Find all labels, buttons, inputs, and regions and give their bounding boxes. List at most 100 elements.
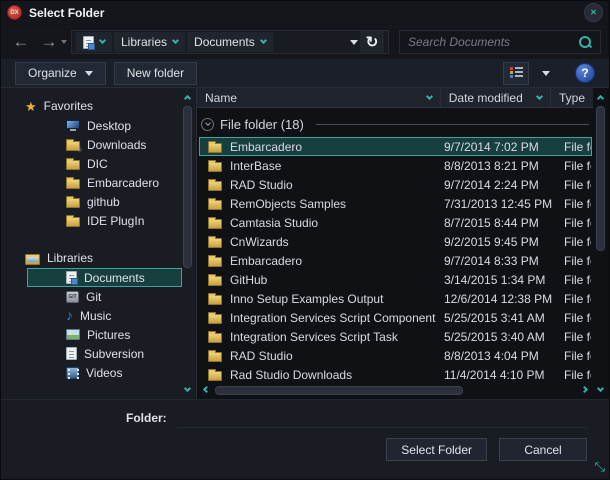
breadcrumb-documents[interactable]: Documents (187, 32, 273, 52)
file-type: File folder (564, 273, 591, 287)
column-header-type[interactable]: Type (551, 88, 593, 107)
chevron-down-icon (426, 92, 433, 99)
file-rows: Embarcadero 9/7/2014 7:02 PM File folder… (199, 137, 592, 384)
group-label: Favorites (44, 99, 93, 113)
file-date: 5/25/2015 3:41 AM (444, 311, 556, 325)
file-name: InterBase (230, 159, 436, 173)
folder-icon (208, 257, 222, 267)
column-label: Date modified (449, 91, 523, 105)
cancel-button[interactable]: Cancel (499, 438, 587, 461)
scroll-down-icon[interactable] (181, 383, 194, 397)
folder-icon (66, 198, 80, 208)
file-name: RAD Studio (230, 349, 436, 363)
sidebar-item-videos[interactable]: Videos (27, 363, 182, 382)
star-icon: ★ (25, 100, 37, 113)
sidebar-group-favorites[interactable]: ★ Favorites (1, 96, 196, 116)
scroll-left-icon[interactable] (199, 390, 213, 392)
git-icon: GIT (66, 291, 79, 303)
file-row[interactable]: Embarcadero 9/7/2014 7:02 PM File folder (199, 137, 592, 156)
file-row[interactable]: InterBase 8/8/2013 8:21 PM File folder (199, 156, 592, 175)
file-type: File folder (564, 292, 591, 306)
scroll-down-icon[interactable] (594, 383, 607, 397)
address-bar: Libraries Documents ↻ (71, 30, 389, 54)
scroll-thumb[interactable] (215, 386, 463, 395)
sidebar-item-ide-plugin[interactable]: IDE PlugIn (27, 211, 182, 230)
column-header-name[interactable]: Name (197, 88, 441, 107)
view-dropdown-button[interactable] (533, 62, 559, 85)
sidebar-item-pictures[interactable]: Pictures (27, 325, 182, 344)
file-name: Camtasia Studio (230, 216, 436, 230)
history-dropdown-icon[interactable] (61, 40, 67, 44)
breadcrumb-libraries[interactable]: Libraries (114, 32, 185, 52)
sidebar-item-music[interactable]: ♪ Music (27, 306, 182, 325)
sidebar-item-downloads[interactable]: Downloads (27, 135, 182, 154)
file-row[interactable]: Inno Setup Examples Output 12/6/2014 12:… (199, 289, 592, 308)
help-button[interactable]: ? (575, 63, 595, 83)
folder-label: Folder: (126, 411, 167, 425)
sidebar-item-github[interactable]: github (27, 192, 182, 211)
select-folder-button[interactable]: Select Folder (386, 438, 487, 461)
change-view-button[interactable] (503, 62, 529, 85)
folder-icon (208, 200, 222, 210)
window-title: Select Folder (29, 6, 104, 20)
file-date: 8/7/2015 8:44 PM (444, 216, 556, 230)
help-icon: ? (581, 66, 588, 80)
column-label: Type (559, 91, 585, 105)
sidebar-item-embarcadero[interactable]: Embarcadero (27, 173, 182, 192)
chevron-down-icon (542, 71, 550, 76)
refresh-button[interactable]: ↻ (360, 31, 384, 53)
sidebar-scrollbar[interactable] (181, 90, 194, 397)
file-date: 9/7/2014 2:24 PM (444, 178, 556, 192)
chevron-down-icon (99, 37, 106, 44)
group-label: Libraries (47, 251, 93, 265)
app-logo-icon: DX (7, 5, 22, 20)
file-row[interactable]: CnWizards 9/2/2015 9:45 PM File folder (199, 232, 592, 251)
breadcrumb-label: Documents (194, 35, 255, 49)
new-folder-button[interactable]: New folder (114, 62, 197, 85)
folder-icon (66, 160, 80, 170)
file-name: RemObjects Samples (230, 197, 436, 211)
column-header-date-modified[interactable]: Date modified (441, 88, 551, 107)
close-button[interactable]: ✕ (584, 3, 603, 22)
file-type: File folder (564, 178, 591, 192)
search-input[interactable] (408, 35, 578, 49)
back-button[interactable]: ← (9, 31, 33, 53)
file-row[interactable]: RAD Studio 8/8/2013 4:04 PM File folder (199, 346, 592, 365)
scroll-up-icon[interactable] (181, 90, 194, 104)
scroll-thumb[interactable] (596, 106, 605, 251)
collapse-group-icon[interactable] (201, 118, 214, 131)
organize-button[interactable]: Organize (15, 62, 106, 85)
select-folder-dialog: DX Select Folder ✕ ← → Libraries Documen… (0, 0, 610, 480)
sidebar-item-desktop[interactable]: Desktop (27, 116, 182, 135)
scroll-thumb[interactable] (183, 106, 192, 268)
sidebar-item-subversion[interactable]: Subversion (27, 344, 182, 363)
search-icon[interactable] (578, 35, 592, 49)
file-row[interactable]: Camtasia Studio 8/7/2015 8:44 PM File fo… (199, 213, 592, 232)
folder-icon (208, 238, 222, 248)
sidebar-item-dic[interactable]: DIC (27, 154, 182, 173)
item-label: DIC (87, 157, 108, 171)
file-row[interactable]: Integration Services Script Component 5/… (199, 308, 592, 327)
file-row[interactable]: Embarcadero 9/7/2014 8:33 PM File folder (199, 251, 592, 270)
folder-value-field[interactable] (177, 408, 587, 428)
file-date: 3/14/2015 1:34 PM (444, 273, 556, 287)
file-row[interactable]: RAD Studio 9/7/2014 2:24 PM File folder (199, 175, 592, 194)
scroll-up-icon[interactable] (594, 90, 607, 104)
file-row[interactable]: RemObjects Samples 7/31/2013 12:45 PM Fi… (199, 194, 592, 213)
file-row[interactable]: Rad Studio Downloads 11/4/2014 4:10 PM F… (199, 365, 592, 384)
group-header-file-folder[interactable]: File folder (18) (201, 114, 589, 134)
sidebar-item-git[interactable]: GIT Git (27, 287, 182, 306)
forward-button[interactable]: → (37, 31, 61, 53)
breadcrumb-root[interactable] (76, 32, 112, 52)
list-horizontal-scrollbar[interactable] (199, 384, 591, 397)
resize-grip-icon[interactable]: ⤡ (595, 459, 605, 475)
sidebar-group-libraries[interactable]: Libraries (1, 248, 196, 268)
file-row[interactable]: Integration Services Script Task 5/25/20… (199, 327, 592, 346)
file-date: 8/8/2013 4:04 PM (444, 349, 556, 363)
file-row[interactable]: GitHub 3/14/2015 1:34 PM File folder (199, 270, 592, 289)
address-dropdown-icon[interactable] (350, 40, 358, 45)
sidebar-item-documents[interactable]: Documents (27, 268, 182, 287)
navigation-pane: ★ Favorites Desktop Downloads DIC Embarc… (1, 88, 197, 399)
scroll-right-icon[interactable] (577, 390, 591, 392)
list-vertical-scrollbar[interactable] (594, 90, 607, 397)
